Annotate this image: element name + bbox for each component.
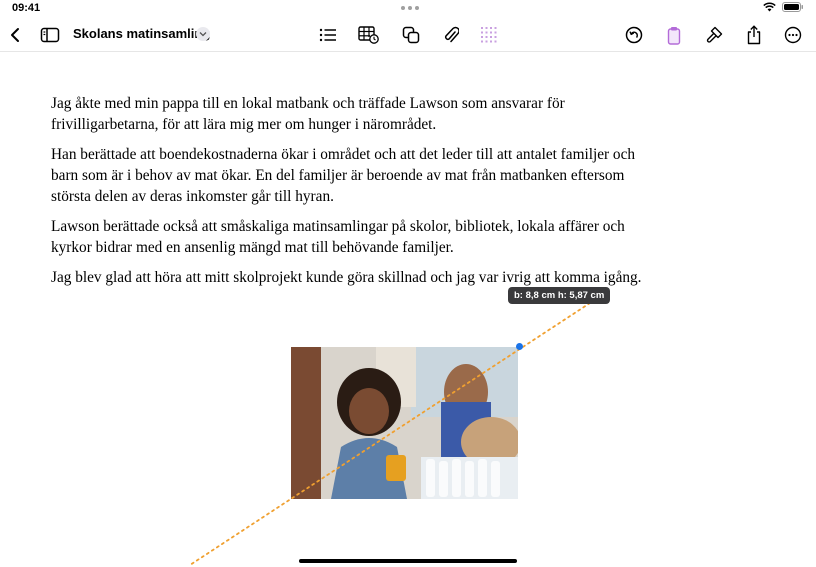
paragraph[interactable]: Lawson berättade också att småskaliga ma… bbox=[51, 216, 651, 258]
list-icon[interactable] bbox=[315, 22, 341, 48]
resize-handle[interactable] bbox=[516, 343, 523, 350]
status-bar: 09:41 bbox=[0, 0, 816, 16]
home-indicator[interactable] bbox=[299, 559, 517, 563]
paragraph[interactable]: Jag åkte med min pappa till en lokal mat… bbox=[51, 93, 651, 135]
chevron-down-icon[interactable] bbox=[196, 27, 210, 41]
grid-dots-icon[interactable] bbox=[476, 22, 502, 48]
more-icon[interactable] bbox=[780, 22, 806, 48]
format-brush-icon[interactable] bbox=[701, 22, 727, 48]
status-time: 09:41 bbox=[12, 2, 41, 14]
sidebar-icon[interactable] bbox=[37, 22, 63, 48]
battery-icon bbox=[782, 2, 803, 12]
undo-icon[interactable] bbox=[621, 22, 647, 48]
table-icon[interactable] bbox=[356, 22, 382, 48]
status-indicators bbox=[763, 2, 804, 12]
back-chevron-icon[interactable] bbox=[2, 22, 28, 48]
inserted-photo[interactable] bbox=[291, 347, 518, 499]
share-icon[interactable] bbox=[741, 22, 767, 48]
attachment-icon[interactable] bbox=[438, 22, 464, 48]
paragraph[interactable]: Han berättade att boendekostnaderna ökar… bbox=[51, 144, 651, 207]
wifi-icon bbox=[763, 2, 776, 12]
document-body[interactable]: Jag åkte med min pappa till en lokal mat… bbox=[51, 93, 651, 297]
multitasking-dots-icon[interactable] bbox=[401, 6, 419, 10]
size-tooltip: b: 8,8 cm h: 5,87 cm bbox=[508, 287, 611, 304]
clipboard-icon[interactable] bbox=[661, 22, 687, 48]
toolbar: Skolans matinsamling bbox=[0, 18, 816, 52]
shapes-icon[interactable] bbox=[398, 22, 424, 48]
paragraph[interactable]: Jag blev glad att höra att mitt skolproj… bbox=[51, 267, 651, 288]
document-title[interactable]: Skolans matinsamling bbox=[73, 26, 210, 41]
